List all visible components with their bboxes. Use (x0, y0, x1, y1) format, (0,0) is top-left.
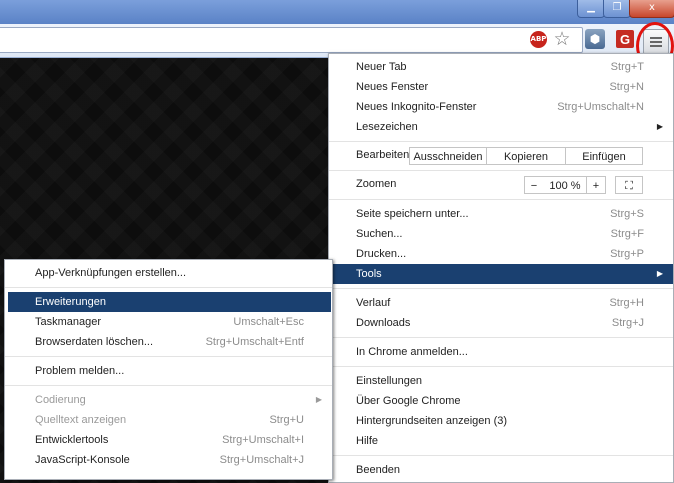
menu-separator (329, 288, 673, 289)
menu-separator (329, 170, 673, 171)
menu-item-label: Zoomen (356, 178, 397, 190)
restore-button[interactable]: ❐ (603, 0, 631, 18)
window-title-bar: ▁ ❐ x (0, 0, 674, 24)
menu-item-shortcut: Strg+U (269, 414, 304, 426)
submenu-item-js-console[interactable]: JavaScript-Konsole Strg+Umschalt+J (5, 450, 332, 470)
menu-item-find[interactable]: Suchen... Strg+F (329, 224, 673, 244)
menu-separator (329, 141, 673, 142)
menu-item-label: Hilfe (356, 435, 379, 447)
menu-item-label: Neues Inkognito-Fenster (356, 101, 477, 113)
paste-button[interactable]: Einfügen (565, 147, 643, 165)
menu-separator (329, 337, 673, 338)
submenu-item-app-shortcuts[interactable]: App-Verknüpfungen erstellen... (5, 263, 332, 283)
menu-item-label: Neues Fenster (356, 81, 429, 93)
menu-item-shortcut: Strg+H (609, 297, 644, 309)
menu-item-shortcut: Strg+Umschalt+Entf (205, 336, 304, 348)
menu-item-settings[interactable]: Einstellungen (329, 371, 673, 391)
menu-item-signin[interactable]: In Chrome anmelden... (329, 342, 673, 362)
address-bar[interactable] (0, 27, 583, 53)
menu-item-exit[interactable]: Beenden (329, 460, 673, 480)
menu-item-history[interactable]: Verlauf Strg+H (329, 293, 673, 313)
menu-item-save-page[interactable]: Seite speichern unter... Strg+S (329, 204, 673, 224)
fullscreen-icon[interactable]: ⛶ (615, 176, 643, 194)
submenu-arrow-icon: ▶ (656, 122, 663, 131)
submenu-item-task-manager[interactable]: Taskmanager Umschalt+Esc (5, 312, 332, 332)
menu-separator (329, 455, 673, 456)
submenu-item-view-source: Quelltext anzeigen Strg+U (5, 410, 332, 430)
menu-item-label: Drucken... (356, 248, 407, 260)
menu-item-about[interactable]: Über Google Chrome (329, 391, 673, 411)
zoom-in-button[interactable]: + (586, 176, 606, 194)
menu-item-downloads[interactable]: Downloads Strg+J (329, 313, 673, 333)
menu-separator (329, 199, 673, 200)
menu-item-bookmarks[interactable]: Lesezeichen ▶ (329, 117, 673, 137)
menu-item-label: Codierung (35, 394, 86, 406)
menu-item-label: Verlauf (356, 297, 391, 309)
menu-item-shortcut: Strg+J (611, 317, 644, 329)
menu-item-label: Bearbeiten (356, 149, 410, 161)
menu-item-label: Einstellungen (356, 375, 423, 387)
zoom-out-button[interactable]: − (524, 176, 544, 194)
menu-item-label: Erweiterungen (35, 296, 106, 308)
menu-item-label: Downloads (356, 317, 411, 329)
menu-item-shortcut: Strg+Umschalt+J (219, 454, 304, 466)
menu-item-shortcut: Strg+P (610, 248, 644, 260)
menu-item-incognito[interactable]: Neues Inkognito-Fenster Strg+Umschalt+N (329, 97, 673, 117)
menu-item-label: Hintergrundseiten anzeigen (3) (356, 415, 508, 427)
cut-button[interactable]: Ausschneiden (409, 147, 487, 165)
chrome-main-menu: Neuer Tab Strg+T Neues Fenster Strg+N Ne… (328, 53, 674, 483)
tools-submenu: App-Verknüpfungen erstellen... Erweiteru… (4, 259, 333, 480)
submenu-item-extensions[interactable]: Erweiterungen (8, 292, 331, 312)
menu-item-shortcut: Strg+S (610, 208, 644, 220)
submenu-item-dev-tools[interactable]: Entwicklertools Strg+Umschalt+I (5, 430, 332, 450)
menu-item-label: Problem melden... (35, 365, 125, 377)
menu-item-label: Taskmanager (35, 316, 102, 328)
submenu-arrow-icon: ▶ (656, 269, 663, 278)
menu-item-label: In Chrome anmelden... (356, 346, 468, 358)
submenu-item-encoding: Codierung ▶ (5, 390, 332, 410)
menu-item-background-pages[interactable]: Hintergrundseiten anzeigen (3) (329, 411, 673, 431)
menu-item-shortcut: Strg+Umschalt+N (557, 101, 644, 113)
menu-separator (329, 366, 673, 367)
menu-item-shortcut: Strg+N (609, 81, 644, 93)
copy-button[interactable]: Kopieren (486, 147, 566, 165)
menu-item-new-tab[interactable]: Neuer Tab Strg+T (329, 57, 673, 77)
menu-item-label: Neuer Tab (356, 61, 407, 73)
close-window-button[interactable]: x (629, 0, 674, 18)
menu-item-label: JavaScript-Konsole (35, 454, 130, 466)
menu-separator (5, 287, 332, 288)
menu-item-label: App-Verknüpfungen erstellen... (35, 267, 187, 279)
g-extension-icon[interactable]: G (616, 30, 634, 48)
menu-separator (5, 385, 332, 386)
extension-icon[interactable]: ⬢ (585, 29, 605, 49)
submenu-arrow-icon: ▶ (315, 395, 322, 404)
menu-item-shortcut: Strg+T (610, 61, 644, 73)
menu-row-edit: Bearbeiten Ausschneiden Kopieren Einfüge… (329, 144, 673, 168)
zoom-level: 100 % (543, 176, 587, 194)
menu-item-shortcut: Strg+Umschalt+I (222, 434, 304, 446)
menu-item-label: Seite speichern unter... (356, 208, 469, 220)
submenu-item-clear-data[interactable]: Browserdaten löschen... Strg+Umschalt+En… (5, 332, 332, 352)
submenu-item-report-issue[interactable]: Problem melden... (5, 361, 332, 381)
menu-separator (5, 356, 332, 357)
menu-item-label: Beenden (356, 464, 401, 476)
menu-item-shortcut: Strg+F (610, 228, 644, 240)
menu-item-label: Suchen... (356, 228, 403, 240)
menu-item-label: Browserdaten löschen... (35, 336, 154, 348)
menu-item-new-window[interactable]: Neues Fenster Strg+N (329, 77, 673, 97)
menu-item-shortcut: Umschalt+Esc (233, 316, 304, 328)
menu-item-tools[interactable]: Tools ▶ (329, 264, 673, 284)
menu-item-help[interactable]: Hilfe (329, 431, 673, 451)
menu-item-print[interactable]: Drucken... Strg+P (329, 244, 673, 264)
adblock-plus-icon[interactable]: ABP (530, 31, 547, 48)
menu-item-label: Tools (356, 268, 382, 280)
menu-item-label: Entwicklertools (35, 434, 109, 446)
bookmark-star-icon[interactable]: ☆ (552, 29, 572, 49)
menu-row-zoom: Zoomen − 100 % + ⛶ (329, 173, 673, 197)
minimize-button[interactable]: ▁ (577, 0, 605, 18)
menu-item-label: Über Google Chrome (356, 395, 461, 407)
menu-item-label: Quelltext anzeigen (35, 414, 127, 426)
menu-item-label: Lesezeichen (356, 121, 418, 133)
